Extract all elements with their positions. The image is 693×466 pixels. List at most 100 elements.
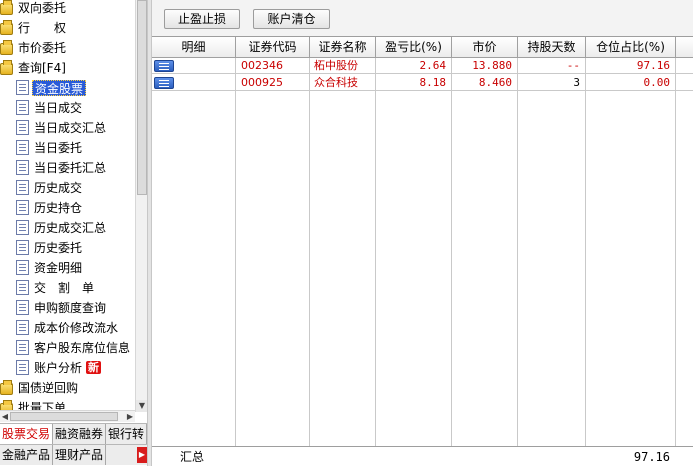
document-icon	[16, 340, 29, 355]
tree-item-label: 账户分析	[34, 360, 83, 375]
column-header-code[interactable]: 证券代码	[236, 37, 310, 58]
wand-icon	[0, 379, 13, 395]
document-icon	[16, 260, 29, 275]
tree-item[interactable]: 客户股东席位信息	[16, 337, 132, 357]
tree-item[interactable]: 当日成交汇总	[16, 117, 108, 137]
tree-item-label: 查询[F4]	[18, 60, 66, 75]
tab-wealth-products[interactable]: 理财产品	[53, 445, 107, 465]
tree-item[interactable]: 资金股票	[16, 77, 87, 97]
tree-item-label: 当日成交汇总	[34, 120, 107, 135]
column-divider	[309, 58, 310, 446]
tree-item[interactable]: 当日委托	[16, 137, 84, 157]
tab-scroll-right-icon[interactable]: ▶	[137, 447, 147, 463]
tab-financial-products[interactable]: 金融产品	[0, 445, 54, 465]
tree-item-label: 资金股票	[32, 79, 87, 96]
security-name: 柘中股份	[314, 59, 358, 72]
tree-item[interactable]: 历史持仓	[16, 197, 84, 217]
new-badge: 新	[86, 361, 102, 374]
tree-item[interactable]: 查询[F4]	[0, 57, 68, 77]
column-divider	[675, 58, 676, 446]
tab-bank-transfer[interactable]: 银行转	[106, 424, 147, 444]
tree-item[interactable]: 资金明细	[16, 257, 84, 277]
tree-item[interactable]: 历史成交汇总	[16, 217, 108, 237]
detail-list-icon[interactable]	[154, 77, 174, 89]
column-header-price[interactable]: 市价	[452, 37, 518, 58]
tree-item[interactable]: 行 权	[0, 17, 68, 37]
document-icon	[16, 180, 29, 195]
holding-days: --	[566, 59, 580, 72]
tree-horizontal-scrollbar[interactable]: ◀ ▶	[0, 410, 135, 422]
tree-item-label: 成本价修改流水	[34, 320, 119, 335]
tree-item[interactable]: 市价委托	[0, 37, 68, 57]
wand-icon	[0, 0, 13, 15]
tree-item-label: 当日成交	[34, 100, 83, 115]
tab-stock-trading[interactable]: 股票交易	[0, 424, 54, 444]
document-icon	[16, 240, 29, 255]
folder-open-icon	[0, 59, 13, 75]
left-nav-panel: 双向委托行 权市价委托查询[F4] 资金股票当日成交当日成交汇总 当日委托当日委托汇…	[0, 0, 148, 466]
trading-app-window: 双向委托行 权市价委托查询[F4] 资金股票当日成交当日成交汇总 当日委托当日委托汇…	[0, 0, 693, 466]
column-divider	[451, 58, 452, 446]
column-header-position-weight[interactable]: 仓位占比(%)	[586, 37, 676, 58]
document-icon	[16, 360, 29, 375]
tree-item[interactable]: 申购额度查询	[16, 297, 108, 317]
module-tabs-row-1: 股票交易 融资融券 银行转	[0, 423, 147, 444]
stop-profit-loss-button[interactable]: 止盈止损	[164, 9, 240, 29]
table-row[interactable]: 002346 柘中股份 2.64 13.880 -- 97.16	[152, 58, 693, 74]
tree-item-label: 国债逆回购	[18, 380, 79, 395]
tree-vertical-scrollbar[interactable]: ▼	[135, 0, 148, 412]
document-icon	[16, 80, 29, 95]
summary-label: 汇总	[180, 450, 205, 464]
tree-item[interactable]: 国债逆回购	[0, 377, 80, 397]
tree-horizontal-scroll-thumb[interactable]	[10, 412, 118, 421]
tree-item[interactable]: 历史成交	[16, 177, 84, 197]
module-tabs-row-2: 金融产品 理财产品 ▶	[0, 444, 147, 465]
column-header-detail[interactable]: 明细	[152, 37, 236, 58]
action-toolbar: 止盈止损 账户清仓	[152, 0, 693, 36]
document-icon	[16, 200, 29, 215]
document-icon	[16, 320, 29, 335]
tree-item-label: 历史委托	[34, 240, 83, 255]
tree-item-label: 当日委托	[34, 140, 83, 155]
tree-item-label: 历史成交	[34, 180, 83, 195]
clear-account-button[interactable]: 账户清仓	[253, 9, 330, 29]
market-price: 8.460	[478, 76, 512, 89]
column-header-name[interactable]: 证券名称	[310, 37, 376, 58]
table-row[interactable]: 000925 众合科技 8.18 8.460 3 0.00	[152, 75, 693, 91]
tree-item[interactable]: 当日成交	[16, 97, 84, 117]
tree-item[interactable]: 成本价修改流水	[16, 317, 120, 337]
document-icon	[16, 140, 29, 155]
tree-item-label: 客户股东席位信息	[34, 340, 131, 355]
tree-item[interactable]: 账户分析新	[16, 357, 102, 377]
scroll-right-arrow-icon[interactable]: ▶	[125, 411, 135, 422]
column-header-pnl-ratio[interactable]: 盈亏比(%)	[376, 37, 452, 58]
document-icon	[16, 280, 29, 295]
tree-item[interactable]: 当日委托汇总	[16, 157, 108, 177]
holding-days: 3	[573, 76, 580, 89]
tree-item[interactable]: 双向委托	[0, 0, 68, 17]
tab-margin-trading[interactable]: 融资融券	[53, 424, 107, 444]
document-icon	[16, 120, 29, 135]
tree-vertical-scroll-thumb[interactable]	[137, 0, 147, 195]
holdings-table: 明细 证券代码 证券名称 盈亏比(%) 市价 持股天数 仓位占比(%) 0023…	[152, 36, 693, 466]
column-divider	[517, 58, 518, 446]
position-weight: 97.16	[636, 59, 670, 72]
document-icon	[16, 220, 29, 235]
column-divider	[235, 58, 236, 446]
pnl-ratio: 2.64	[419, 59, 447, 72]
tree-item-label: 交 割 单	[34, 280, 95, 295]
function-tree: 双向委托行 权市价委托查询[F4] 资金股票当日成交当日成交汇总 当日委托当日委托汇…	[0, 0, 135, 412]
tree-item[interactable]: 交 割 单	[16, 277, 96, 297]
detail-list-icon[interactable]	[154, 60, 174, 72]
scroll-left-arrow-icon[interactable]: ◀	[0, 411, 10, 422]
security-name: 众合科技	[314, 76, 358, 89]
column-header-holding-days[interactable]: 持股天数	[518, 37, 586, 58]
tree-item[interactable]: 历史委托	[16, 237, 84, 257]
tree-item-label: 市价委托	[18, 40, 67, 55]
tree-item-label: 历史成交汇总	[34, 220, 107, 235]
tree-item-label: 申购额度查询	[34, 300, 107, 315]
tree-item-label: 历史持仓	[34, 200, 83, 215]
document-icon	[16, 300, 29, 315]
wand-icon	[0, 19, 13, 35]
tree-item-label: 行 权	[18, 20, 67, 35]
